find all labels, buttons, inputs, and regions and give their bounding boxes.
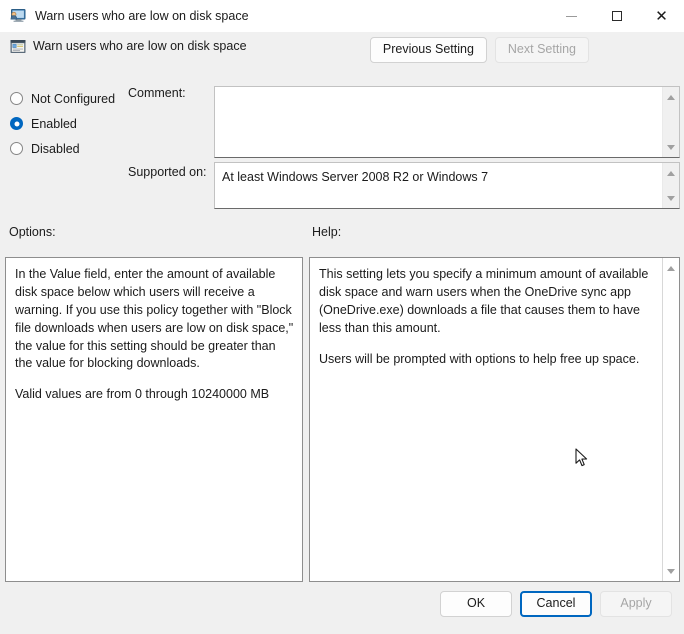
- setting-header: Warn users who are low on disk space Pre…: [0, 32, 684, 74]
- ok-button[interactable]: OK: [440, 591, 512, 617]
- supported-on-value: At least Windows Server 2008 R2 or Windo…: [222, 170, 489, 184]
- window-controls: ✕: [549, 0, 684, 32]
- next-setting-button[interactable]: Next Setting: [494, 37, 589, 63]
- scroll-down-arrow-icon[interactable]: [663, 563, 679, 579]
- scroll-up-arrow-icon[interactable]: [663, 165, 679, 181]
- scroll-down-arrow-icon[interactable]: [663, 139, 679, 155]
- radio-label-enabled: Enabled: [31, 116, 77, 131]
- options-paragraph-1: In the Value field, enter the amount of …: [15, 267, 294, 371]
- close-icon: ✕: [655, 6, 668, 25]
- scroll-up-arrow-icon[interactable]: [663, 260, 679, 276]
- group-policy-setting-window: Warn users who are low on disk space ✕ W…: [0, 0, 684, 634]
- help-pane-content: This setting lets you specify a minimum …: [319, 266, 653, 368]
- radio-not-configured[interactable]: Not Configured: [10, 86, 130, 111]
- options-pane: In the Value field, enter the amount of …: [5, 257, 303, 582]
- comment-scrollbar[interactable]: [662, 87, 679, 157]
- supported-on-scrollbar[interactable]: [662, 163, 679, 208]
- options-pane-label: Options:: [9, 225, 56, 239]
- radio-disabled[interactable]: Disabled: [10, 136, 130, 161]
- supported-on-textbox[interactable]: At least Windows Server 2008 R2 or Windo…: [214, 162, 680, 209]
- dialog-action-buttons: OK Cancel Apply: [440, 591, 672, 617]
- maximize-icon: [611, 11, 622, 21]
- options-paragraph-2: Valid values are from 0 through 10240000…: [15, 387, 270, 402]
- previous-setting-button[interactable]: Previous Setting: [369, 37, 487, 63]
- help-paragraph-1: This setting lets you specify a minimum …: [319, 267, 649, 335]
- policy-setting-title: Warn users who are low on disk space: [33, 39, 247, 53]
- radio-label-disabled: Disabled: [31, 141, 80, 156]
- comment-textbox[interactable]: [214, 86, 680, 158]
- setting-navigation: Previous Setting Next Setting: [369, 37, 589, 63]
- setting-state-radio-group: Not Configured Enabled Disabled: [10, 86, 130, 161]
- minimize-button[interactable]: [549, 0, 594, 32]
- options-pane-content: In the Value field, enter the amount of …: [15, 266, 294, 404]
- window-title: Warn users who are low on disk space: [35, 9, 249, 23]
- radio-circle-icon: [10, 142, 23, 155]
- close-button[interactable]: ✕: [639, 0, 684, 32]
- scroll-up-arrow-icon[interactable]: [663, 89, 679, 105]
- group-policy-setting-icon: [9, 38, 27, 56]
- dialog-footer: OK Cancel Apply: [0, 582, 684, 634]
- monitor-user-icon: [9, 7, 27, 25]
- title-bar: Warn users who are low on disk space ✕: [0, 0, 684, 32]
- radio-circle-selected-icon: [10, 117, 23, 130]
- apply-button[interactable]: Apply: [600, 591, 672, 617]
- help-scrollbar[interactable]: [662, 258, 679, 581]
- scroll-down-arrow-icon[interactable]: [663, 190, 679, 206]
- radio-label-not-configured: Not Configured: [31, 91, 116, 106]
- comment-label: Comment:: [128, 86, 186, 100]
- help-paragraph-2: Users will be prompted with options to h…: [319, 351, 640, 366]
- help-pane: This setting lets you specify a minimum …: [309, 257, 680, 582]
- supported-on-label: Supported on:: [128, 165, 207, 179]
- maximize-button[interactable]: [594, 0, 639, 32]
- minimize-icon: [566, 15, 577, 17]
- help-pane-label: Help:: [312, 225, 342, 239]
- radio-enabled[interactable]: Enabled: [10, 111, 130, 136]
- cancel-button[interactable]: Cancel: [520, 591, 592, 617]
- radio-circle-icon: [10, 92, 23, 105]
